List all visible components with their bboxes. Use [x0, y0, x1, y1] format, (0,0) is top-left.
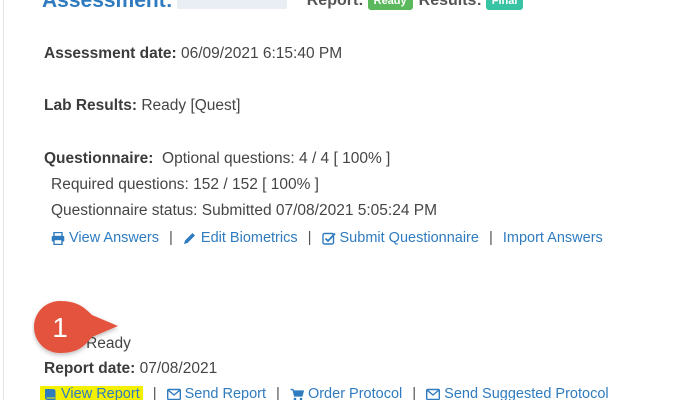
book-icon — [43, 388, 57, 400]
separator: | — [169, 229, 173, 246]
edit-biometrics-link[interactable]: Edit Biometrics — [183, 230, 298, 246]
order-protocol-label: Order Protocol — [307, 385, 403, 400]
separator: | — [276, 385, 280, 400]
step-callout-number: 1 — [52, 312, 68, 343]
order-protocol-link[interactable]: Order Protocol — [290, 386, 402, 400]
required-questions: Required questions: 152 / 152 [ 100% ] — [51, 176, 319, 193]
view-report-label: View Report — [61, 385, 140, 400]
cart-icon — [290, 388, 304, 400]
edit-biometrics-label: Edit Biometrics — [200, 229, 298, 246]
send-suggested-protocol-link[interactable]: Send Suggested Protocol — [426, 385, 609, 400]
left-border — [3, 0, 4, 400]
questionnaire-actions: View Answers | Edit Biometrics | Submit … — [51, 229, 603, 246]
report-label: Report: — [306, 0, 364, 9]
send-report-label: Send Report — [184, 385, 267, 400]
send-report-link[interactable]: Send Report — [166, 385, 267, 400]
report-date-label: Report date: — [44, 360, 136, 377]
separator: | — [152, 385, 157, 400]
results-label: Results: — [418, 0, 482, 9]
assessment-title: Assessment: — [42, 0, 173, 12]
assessment-header: Assessment: Report: Ready Results: Final — [42, 0, 524, 12]
view-answers-label: View Answers — [69, 229, 159, 246]
report-status-badge: Ready — [367, 0, 413, 10]
report-actions: View Report | Send Report | Order Protoc… — [40, 385, 609, 400]
separator: | — [412, 385, 417, 400]
import-answers-link[interactable]: Import Answers — [503, 230, 603, 246]
report-date-value: 07/08/2021 — [139, 360, 218, 377]
separator: | — [307, 229, 312, 246]
envelope-icon — [166, 388, 181, 400]
report-date-row: Report date: 07/08/2021 — [44, 360, 217, 378]
view-report-link[interactable]: View Report — [40, 385, 143, 400]
assessment-date-row: Assessment date: 06/09/2021 6:15:40 PM — [44, 45, 342, 63]
questionnaire-label: Questionnaire: — [44, 150, 154, 167]
questionnaire-row: Questionnaire: Optional questions: 4 / 4… — [44, 150, 390, 168]
results-status-badge: Final — [485, 0, 524, 10]
lab-results-value: Ready [Quest] — [141, 97, 241, 114]
redacted-name — [176, 0, 287, 9]
assessment-date-value: 06/09/2021 6:15:40 PM — [180, 45, 343, 62]
send-suggested-protocol-label: Send Suggested Protocol — [444, 385, 609, 400]
step-callout-marker: 1 — [32, 297, 122, 361]
separator: | — [488, 229, 493, 246]
import-answers-label: Import Answers — [502, 229, 603, 246]
view-answers-link[interactable]: View Answers — [51, 230, 159, 246]
envelope-icon — [426, 388, 441, 400]
print-icon — [51, 231, 65, 245]
submit-questionnaire-label: Submit Questionnaire — [339, 229, 479, 246]
optional-questions: Optional questions: 4 / 4 [ 100% ] — [162, 150, 391, 167]
checkbox-icon — [321, 232, 336, 245]
lab-results-label: Lab Results: — [44, 97, 138, 114]
submit-questionnaire-link[interactable]: Submit Questionnaire — [321, 229, 479, 246]
lab-results-row: Lab Results: Ready [Quest] — [44, 97, 240, 115]
assessment-date-label: Assessment date: — [44, 45, 177, 62]
questionnaire-status: Questionnaire status: Submitted 07/08/20… — [51, 202, 438, 219]
pencil-icon — [183, 232, 197, 244]
